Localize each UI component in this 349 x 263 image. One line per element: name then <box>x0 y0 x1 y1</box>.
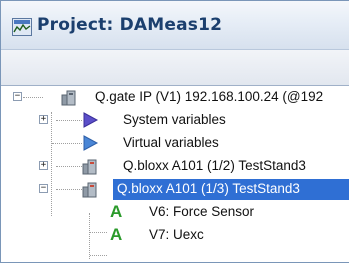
tree-item[interactable]: − Q.gate IP (V1) 192.168.100.24 (@192 <box>1 86 349 109</box>
tree-line <box>90 255 107 256</box>
project-window: Project: DAMeas12 − Q.gate IP (V1) 192.1… <box>0 0 349 263</box>
analog-channel-icon: A <box>110 225 123 244</box>
title-bar[interactable]: Project: DAMeas12 <box>1 1 349 50</box>
tree-item-label: Q.bloxx A101 (1/3) TestStand3 <box>115 181 302 196</box>
tree-line <box>23 97 43 98</box>
device-icon <box>82 182 97 198</box>
tree-item-label: System variables <box>123 112 226 127</box>
toolbar <box>1 50 349 86</box>
tree-item[interactable]: + System variables <box>1 109 349 132</box>
triangle-play-icon <box>83 112 99 128</box>
expand-toggle[interactable]: + <box>39 115 48 124</box>
device-icon <box>61 90 76 106</box>
tree-item-label: Virtual variables <box>123 135 219 150</box>
tree-item-selected[interactable]: − Q.bloxx A101 (1/3) TestStand3 <box>1 178 349 201</box>
collapse-toggle[interactable]: − <box>13 92 22 101</box>
tree-item[interactable]: + Q.bloxx A101 (1/2) TestStand3 <box>1 155 349 178</box>
tree-item[interactable]: A V6: Force Sensor <box>1 201 349 224</box>
tree-item[interactable]: A V7: Uexc <box>1 224 349 247</box>
tree-item-label: V6: Force Sensor <box>149 204 255 219</box>
tree-item[interactable]: Virtual variables <box>1 132 349 155</box>
app-icon <box>12 18 32 36</box>
project-tree[interactable]: − Q.gate IP (V1) 192.168.100.24 (@192 + … <box>1 86 349 262</box>
collapse-toggle[interactable]: − <box>39 184 48 193</box>
tree-item-label: Q.bloxx A101 (1/2) TestStand3 <box>123 158 306 173</box>
device-icon <box>82 159 97 175</box>
tree-item-label: Q.gate IP (V1) 192.168.100.24 (@192 <box>95 89 324 104</box>
expand-toggle[interactable]: + <box>39 161 48 170</box>
triangle-play-icon <box>83 135 99 151</box>
window-title: Project: DAMeas12 <box>37 15 223 35</box>
analog-channel-icon: A <box>110 202 123 221</box>
tree-item-label: V7: Uexc <box>149 227 204 242</box>
